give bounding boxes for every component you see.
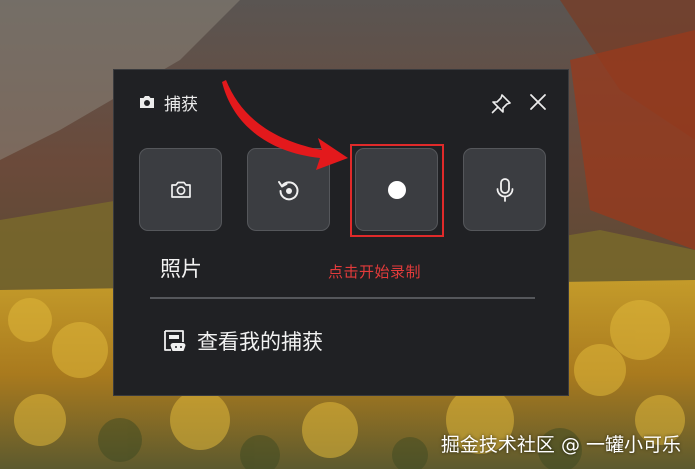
red-arrow-annotation [222, 80, 348, 170]
watermark: 掘金技术社区 @ 一罐小可乐 [440, 434, 681, 456]
